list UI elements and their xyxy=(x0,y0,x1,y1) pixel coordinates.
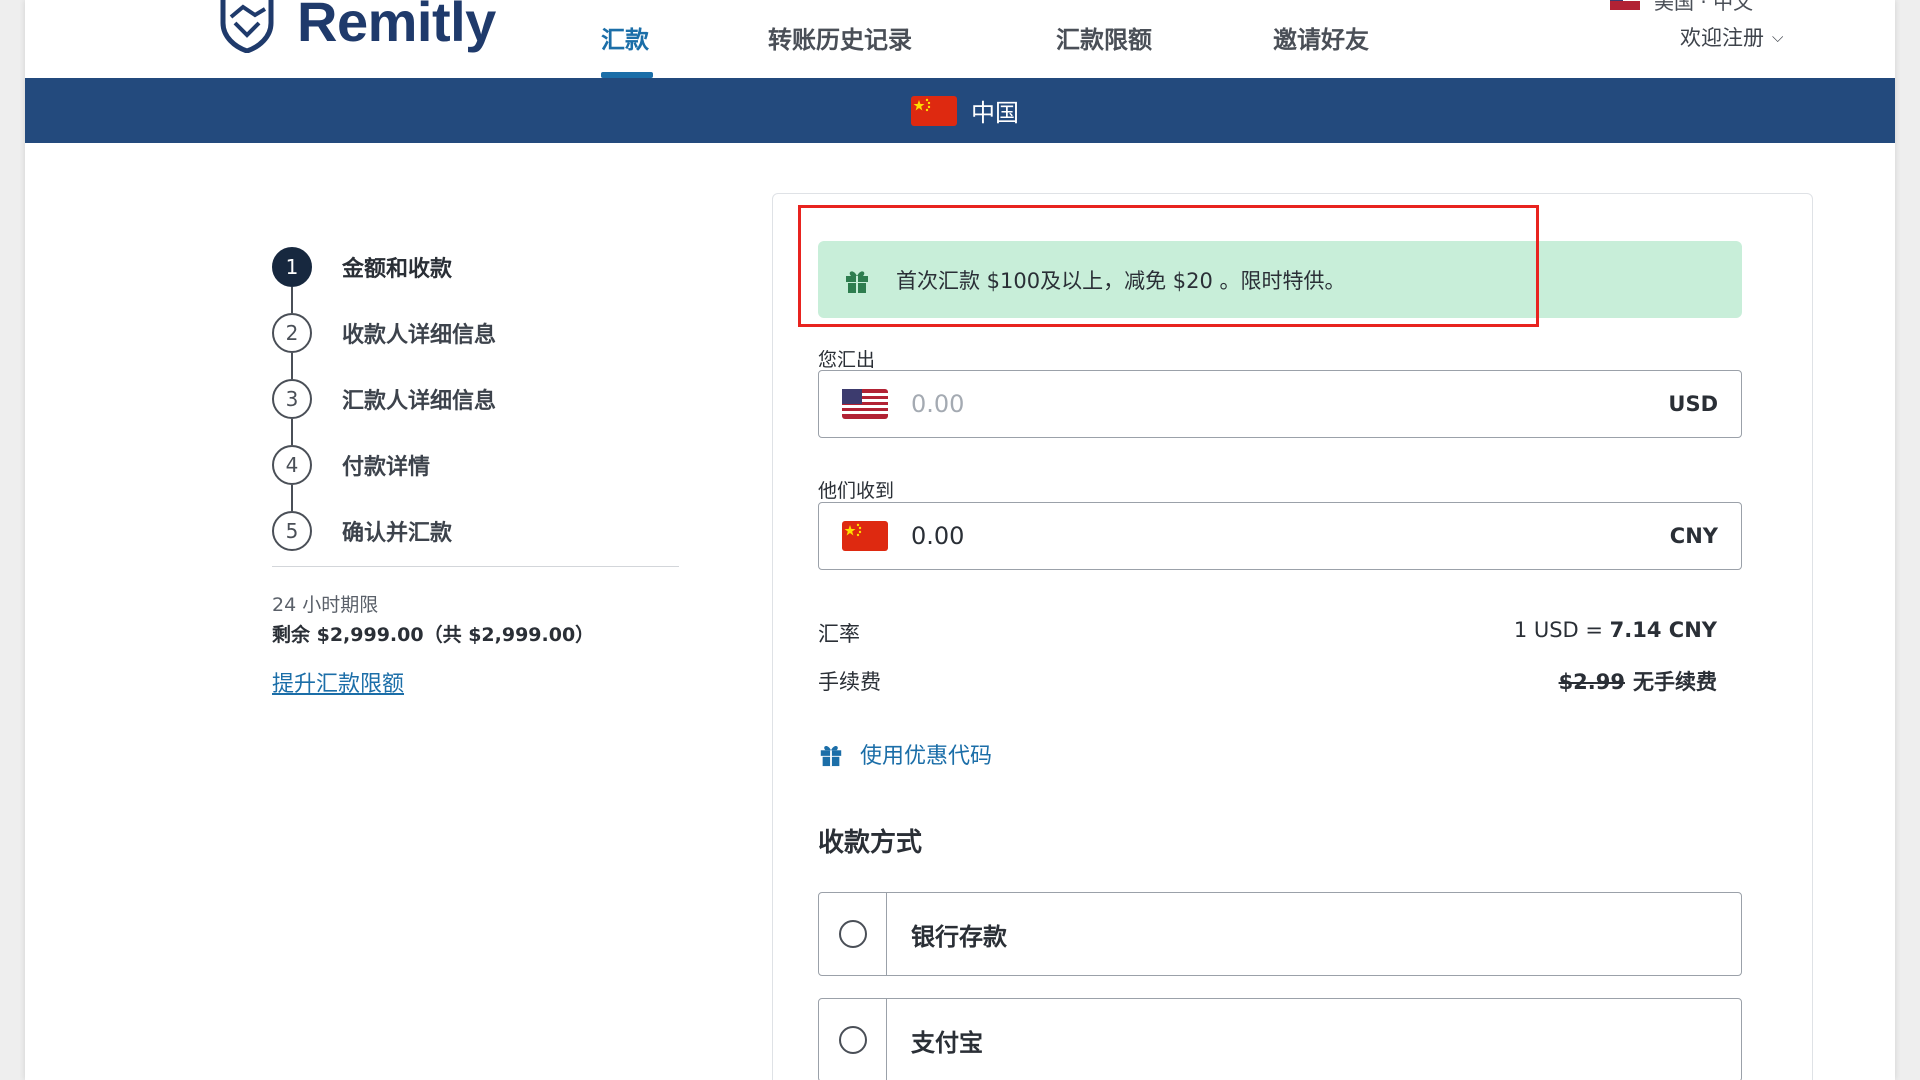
fee-label: 手续费 xyxy=(818,670,881,694)
fee-original: $2.99 xyxy=(1558,670,1625,694)
us-flag-icon xyxy=(842,389,888,419)
china-flag-icon xyxy=(911,95,957,126)
exchange-rate-label: 汇率 xyxy=(818,622,860,646)
delivery-method-title: 收款方式 xyxy=(818,828,923,858)
receive-currency: CNY xyxy=(1669,524,1718,548)
receive-amount-label: 他们收到 xyxy=(818,480,895,502)
destination-country-bar[interactable]: 中国 xyxy=(25,78,1895,143)
step-connector xyxy=(291,485,293,511)
step-payment: 4 付款详情 xyxy=(272,445,430,485)
destination-country-name: 中国 xyxy=(971,99,1019,127)
remitly-logo[interactable]: Remitly xyxy=(215,0,496,56)
step-recipient: 2 收款人详细信息 xyxy=(272,313,496,353)
send-amount-input[interactable]: 0.00 xyxy=(911,390,1668,418)
signup-menu[interactable]: 欢迎注册 ⌵ xyxy=(1680,22,1783,52)
step-connector xyxy=(291,353,293,379)
receive-amount-field[interactable]: 0.00 CNY xyxy=(818,502,1742,570)
exchange-rate-prefix: 1 USD = xyxy=(1513,618,1610,642)
limit-period: 24 小时期限 xyxy=(272,594,379,616)
step-number: 3 xyxy=(272,379,312,419)
send-currency: USD xyxy=(1668,392,1718,416)
step-number: 5 xyxy=(272,511,312,551)
step-confirm: 5 确认并汇款 xyxy=(272,511,452,551)
language-label: 美国 · 中文 xyxy=(1654,0,1754,14)
signup-label: 欢迎注册 xyxy=(1680,26,1764,50)
radio-button[interactable] xyxy=(838,920,867,948)
nav-send-limits[interactable]: 汇款限额 xyxy=(1056,20,1152,55)
step-label: 汇款人详细信息 xyxy=(342,389,497,414)
promo-code-label: 使用优惠代码 xyxy=(860,744,993,769)
raise-limit-link[interactable]: 提升汇款限额 xyxy=(272,666,404,698)
language-selector[interactable]: 美国 · 中文 xyxy=(1610,0,1753,15)
radio-button[interactable] xyxy=(838,1026,867,1054)
page: Remitly 汇款 转账历史记录 汇款限额 邀请好友 美国 · 中文 欢迎注册… xyxy=(25,0,1895,1080)
step-label: 收款人详细信息 xyxy=(342,323,497,348)
step-amount: 1 金额和收款 xyxy=(272,247,452,287)
delivery-option-bank-deposit[interactable]: 银行存款 xyxy=(818,892,1742,976)
fee-value: $2.99 无手续费 xyxy=(1559,666,1717,696)
delivery-option-label: 支付宝 xyxy=(911,1028,983,1057)
delivery-option-label: 银行存款 xyxy=(911,922,1007,951)
receive-amount-input[interactable]: 0.00 xyxy=(911,522,1670,550)
china-flag-icon xyxy=(842,521,888,551)
step-connector xyxy=(291,287,293,313)
limit-remaining: 剩余 $2,999.00（共 $2,999.00） xyxy=(272,624,595,646)
exchange-rate-value: 1 USD = 7.14 CNY xyxy=(1514,618,1717,642)
sidebar-divider xyxy=(272,566,679,567)
gift-icon xyxy=(820,745,842,767)
send-amount-field[interactable]: 0.00 USD xyxy=(818,370,1742,438)
step-number: 2 xyxy=(272,313,312,353)
send-amount-label: 您汇出 xyxy=(818,349,876,371)
handshake-shield-icon xyxy=(220,0,274,53)
step-connector xyxy=(291,419,293,445)
promo-code-link[interactable]: 使用优惠代码 xyxy=(818,738,992,770)
step-number: 1 xyxy=(272,247,312,287)
top-navigation-bar: Remitly 汇款 转账历史记录 汇款限额 邀请好友 美国 · 中文 欢迎注册… xyxy=(25,0,1895,78)
us-flag-icon xyxy=(1610,0,1640,10)
radio-cell[interactable] xyxy=(819,999,887,1080)
fee-current: 无手续费 xyxy=(1633,670,1717,694)
brand-name: Remitly xyxy=(297,0,496,53)
nav-send-money[interactable]: 汇款 xyxy=(601,20,649,55)
annotation-highlight-box xyxy=(798,205,1539,327)
delivery-option-alipay[interactable]: 支付宝 xyxy=(818,998,1742,1080)
chevron-down-icon: ⌵ xyxy=(1772,28,1784,46)
step-label: 付款详情 xyxy=(342,455,431,480)
step-sender: 3 汇款人详细信息 xyxy=(272,379,496,419)
step-label: 金额和收款 xyxy=(342,257,453,282)
nav-transfer-history[interactable]: 转账历史记录 xyxy=(768,20,912,55)
radio-cell[interactable] xyxy=(819,893,887,975)
step-number: 4 xyxy=(272,445,312,485)
step-label: 确认并汇款 xyxy=(342,521,453,546)
nav-invite-friends[interactable]: 邀请好友 xyxy=(1273,20,1369,55)
exchange-rate-amount: 7.14 CNY xyxy=(1609,618,1717,642)
